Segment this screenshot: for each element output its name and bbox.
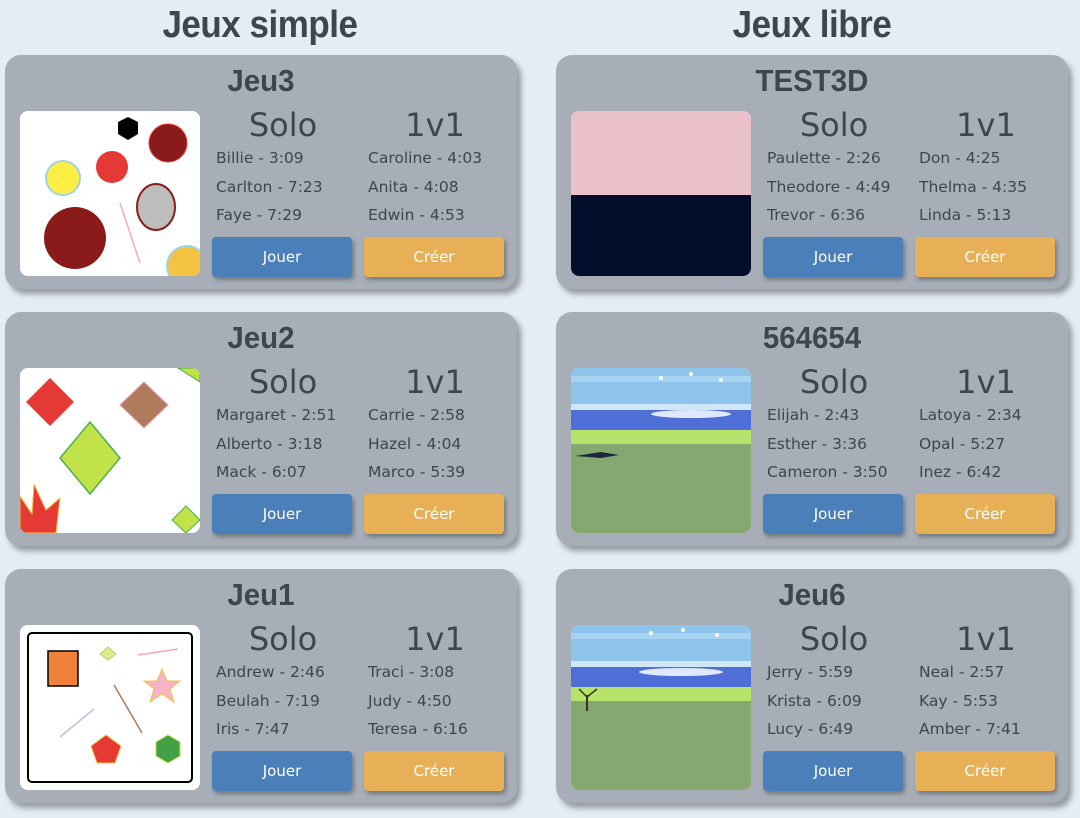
- duel-header: 1v1: [956, 106, 1016, 144]
- solo-header: Solo: [799, 363, 869, 401]
- duel-header: 1v1: [405, 106, 465, 144]
- play-button[interactable]: Jouer: [763, 751, 903, 791]
- duel-header: 1v1: [405, 363, 465, 401]
- duel-score: Judy - 4:50: [368, 692, 452, 710]
- game-thumbnail[interactable]: [571, 111, 751, 276]
- game-card: Jeu6 Solo 1v1 Jerry - 5:59 Krista - 6:09…: [556, 569, 1068, 803]
- solo-score: Billie - 3:09: [216, 149, 304, 167]
- solo-score: Beulah - 7:19: [216, 692, 320, 710]
- duel-score: Carrie - 2:58: [368, 406, 465, 424]
- solo-score: Margaret - 2:51: [216, 406, 337, 424]
- game-title: Jeu3: [227, 63, 295, 98]
- solo-score: Krista - 6:09: [767, 692, 862, 710]
- solo-score: Cameron - 3:50: [767, 463, 888, 481]
- solo-score: Trevor - 6:36: [767, 206, 866, 224]
- play-button[interactable]: Jouer: [212, 237, 352, 277]
- duel-header: 1v1: [956, 363, 1016, 401]
- solo-score: Esther - 3:36: [767, 435, 867, 453]
- game-title: Jeu6: [778, 577, 846, 612]
- duel-score: Neal - 2:57: [919, 663, 1005, 681]
- duel-score: Don - 4:25: [919, 149, 1001, 167]
- solo-score: Carlton - 7:23: [216, 178, 323, 196]
- duel-score: Marco - 5:39: [368, 463, 466, 481]
- solo-score: Andrew - 2:46: [216, 663, 325, 681]
- section-title-simple: Jeux simple: [162, 4, 358, 46]
- duel-score: Anita - 4:08: [368, 178, 459, 196]
- section-title-free: Jeux libre: [732, 4, 892, 46]
- solo-score: Iris - 7:47: [216, 720, 290, 738]
- duel-score: Hazel - 4:04: [368, 435, 462, 453]
- solo-score: Mack - 6:07: [216, 463, 307, 481]
- duel-score: Latoya - 2:34: [919, 406, 1022, 424]
- duel-score: Opal - 5:27: [919, 435, 1006, 453]
- duel-header: 1v1: [405, 620, 465, 658]
- game-card: Jeu3 Solo 1v1 Billie - 3:09 Carlton - 7:…: [5, 55, 517, 289]
- play-button[interactable]: Jouer: [212, 494, 352, 534]
- create-button[interactable]: Créer: [364, 751, 504, 791]
- duel-score: Inez - 6:42: [919, 463, 1002, 481]
- create-button[interactable]: Créer: [364, 237, 504, 277]
- game-thumbnail[interactable]: [20, 111, 200, 276]
- game-title: 564654: [762, 320, 862, 355]
- solo-header: Solo: [799, 106, 869, 144]
- game-title: Jeu1: [227, 577, 295, 612]
- duel-score: Edwin - 4:53: [368, 206, 465, 224]
- solo-score: Elijah - 2:43: [767, 406, 860, 424]
- duel-score: Traci - 3:08: [368, 663, 455, 681]
- solo-score: Jerry - 5:59: [767, 663, 854, 681]
- solo-score: Alberto - 3:18: [216, 435, 323, 453]
- play-button[interactable]: Jouer: [763, 494, 903, 534]
- solo-score: Faye - 7:29: [216, 206, 302, 224]
- game-card: Jeu1 Solo 1v1 Andrew - 2:46 Beulah - 7:1…: [5, 569, 517, 803]
- play-button[interactable]: Jouer: [212, 751, 352, 791]
- solo-score: Lucy - 6:49: [767, 720, 854, 738]
- game-card: Jeu2 Solo 1v1 Margaret - 2:51 Alberto - …: [5, 312, 517, 546]
- solo-header: Solo: [248, 620, 318, 658]
- game-thumbnail[interactable]: [20, 368, 200, 533]
- game-card: 564654 Solo 1v1 Elijah - 2:43 Esther - 3…: [556, 312, 1068, 546]
- game-thumbnail[interactable]: [20, 625, 200, 790]
- solo-score: Theodore - 4:49: [767, 178, 891, 196]
- play-button[interactable]: Jouer: [763, 237, 903, 277]
- create-button[interactable]: Créer: [915, 494, 1055, 534]
- solo-header: Solo: [248, 363, 318, 401]
- game-thumbnail[interactable]: [571, 368, 751, 533]
- game-thumbnail[interactable]: [571, 625, 751, 790]
- game-card: TEST3D Solo 1v1 Paulette - 2:26 Theodore…: [556, 55, 1068, 289]
- duel-score: Thelma - 4:35: [919, 178, 1027, 196]
- duel-score: Caroline - 4:03: [368, 149, 483, 167]
- game-title: Jeu2: [227, 320, 295, 355]
- create-button[interactable]: Créer: [915, 751, 1055, 791]
- solo-header: Solo: [799, 620, 869, 658]
- duel-header: 1v1: [956, 620, 1016, 658]
- solo-header: Solo: [248, 106, 318, 144]
- duel-score: Teresa - 6:16: [368, 720, 468, 738]
- game-title: TEST3D: [755, 63, 869, 98]
- create-button[interactable]: Créer: [364, 494, 504, 534]
- solo-score: Paulette - 2:26: [767, 149, 881, 167]
- create-button[interactable]: Créer: [915, 237, 1055, 277]
- duel-score: Amber - 7:41: [919, 720, 1021, 738]
- duel-score: Kay - 5:53: [919, 692, 998, 710]
- duel-score: Linda - 5:13: [919, 206, 1012, 224]
